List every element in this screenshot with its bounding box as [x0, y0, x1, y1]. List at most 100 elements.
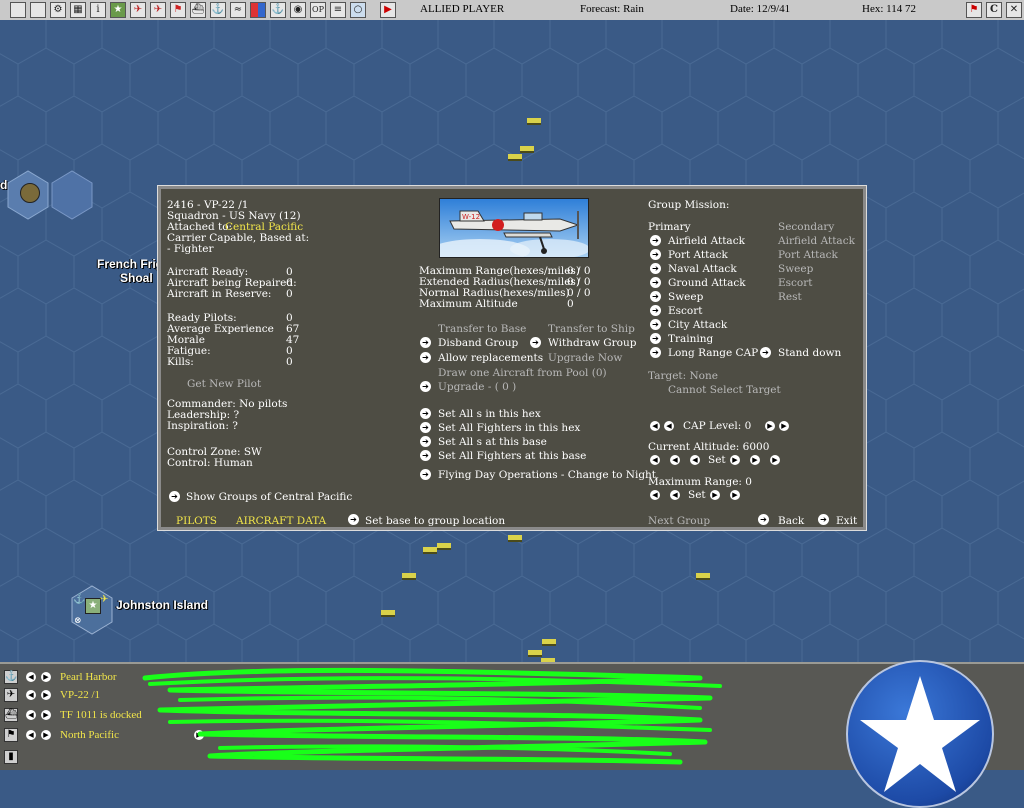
mission-long-range-cap[interactable]: Long Range CAP — [668, 347, 758, 359]
stand-down-button[interactable]: Stand down — [778, 347, 841, 359]
range-decrease-icon[interactable]: ◀ — [670, 490, 680, 500]
close-icon[interactable]: ✕ — [1006, 2, 1022, 18]
cog-icon[interactable]: ⚙ — [50, 2, 66, 18]
fleet-icon[interactable]: ⚓ — [270, 2, 286, 18]
altitude-decrease-fast-icon[interactable]: ◀ — [650, 455, 660, 465]
globe-icon[interactable]: ◉ — [290, 2, 306, 18]
ship-marker[interactable] — [528, 650, 542, 657]
window-icon[interactable] — [10, 2, 26, 18]
mission-arrow-icon[interactable]: ➔ — [650, 319, 661, 330]
ship-marker[interactable] — [381, 610, 395, 617]
set-all-fighters-hex-button[interactable]: Set All Fighters in this hex — [438, 422, 580, 434]
mission-airfield-attack[interactable]: Airfield Attack — [668, 235, 745, 247]
range-decrease-fast-icon[interactable]: ◀ — [650, 490, 660, 500]
next-icon[interactable]: ▶ — [41, 710, 51, 720]
mission-sweep[interactable]: Sweep — [668, 291, 703, 303]
ship-marker[interactable] — [437, 543, 451, 550]
withdraw-arrow-icon[interactable]: ➔ — [530, 337, 541, 348]
next-group-button[interactable]: Next Group — [648, 515, 710, 527]
draw-aircraft-button[interactable]: Draw one Aircraft from Pool (0) — [438, 367, 607, 379]
flag-icon[interactable]: ⚑ — [4, 728, 18, 742]
disband-button[interactable]: Disband Group — [438, 337, 518, 349]
base-name[interactable]: Pearl Harbor — [60, 671, 117, 683]
show-groups-arrow-icon[interactable]: ➔ — [169, 491, 180, 502]
ship-icon[interactable]: ⛴ — [190, 2, 206, 18]
aircraft-data-tab[interactable]: AIRCRAFT DATA — [236, 515, 326, 527]
altitude-set-button[interactable]: Set — [708, 454, 726, 466]
mission-city-attack[interactable]: City Attack — [668, 319, 727, 331]
cap-increase-fast-icon[interactable]: ▶ — [779, 421, 789, 431]
secondary-rest[interactable]: Rest — [778, 291, 802, 303]
back-button[interactable]: Back — [778, 515, 804, 527]
mission-naval-attack[interactable]: Naval Attack — [668, 263, 737, 275]
list-icon[interactable]: ≡ — [330, 2, 346, 18]
set-all-hex-button[interactable]: Set All s in this hex — [438, 408, 541, 420]
ship-marker[interactable] — [508, 535, 522, 542]
mission-arrow-icon[interactable]: ➔ — [650, 235, 661, 246]
ship-marker[interactable] — [527, 118, 541, 125]
show-groups-button[interactable]: Show Groups of Central Pacific — [186, 491, 352, 503]
pilots-tab[interactable]: PILOTS — [176, 515, 217, 527]
upgrade-now-button[interactable]: Upgrade Now — [548, 352, 622, 364]
sub-icon[interactable]: ≈ — [230, 2, 246, 18]
map-label-johnston-island[interactable]: Johnston Island — [116, 598, 208, 612]
back-arrow-icon[interactable]: ➔ — [758, 514, 769, 525]
prev-icon[interactable]: ◀ — [26, 672, 36, 682]
cap-decrease-fast-icon[interactable]: ◀ — [650, 421, 660, 431]
anchor-icon[interactable]: ⚓ — [210, 2, 226, 18]
set-all-fighters-base-arrow-icon[interactable]: ➔ — [420, 450, 431, 461]
altitude-decrease-small-icon[interactable]: ◀ — [690, 455, 700, 465]
plane-icon[interactable]: ✈ — [130, 2, 146, 18]
altitude-increase-icon[interactable]: ▶ — [750, 455, 760, 465]
op-icon[interactable]: OP — [310, 2, 326, 18]
ship-marker[interactable] — [508, 154, 522, 161]
star-icon[interactable]: ★ — [110, 2, 126, 18]
disband-arrow-icon[interactable]: ➔ — [420, 337, 431, 348]
ship-marker[interactable] — [696, 573, 710, 580]
set-base-arrow-icon[interactable]: ➔ — [348, 514, 359, 525]
cap-increase-icon[interactable]: ▶ — [765, 421, 775, 431]
map-label-french-frigate[interactable]: French Frig — [97, 257, 163, 271]
flag-icon[interactable]: ⚑ — [170, 2, 186, 18]
info-icon[interactable]: ▮ — [4, 750, 18, 764]
document-icon[interactable] — [30, 2, 46, 18]
altitude-decrease-icon[interactable]: ◀ — [670, 455, 680, 465]
plane-icon[interactable]: ✈ — [4, 688, 18, 702]
task-force-name[interactable]: TF 1011 is docked — [60, 709, 142, 721]
next-icon[interactable]: ▶ — [41, 672, 51, 682]
secondary-sweep[interactable]: Sweep — [778, 263, 813, 275]
play-icon[interactable]: ▶ — [380, 2, 396, 18]
set-base-button[interactable]: Set base to group location — [365, 515, 505, 527]
set-all-base-arrow-icon[interactable]: ➔ — [420, 436, 431, 447]
range-increase-icon[interactable]: ▶ — [710, 490, 720, 500]
cap-decrease-icon[interactable]: ◀ — [664, 421, 674, 431]
stand-down-arrow-icon[interactable]: ➔ — [760, 347, 771, 358]
prev-icon[interactable]: ◀ — [26, 710, 36, 720]
upgrade-button[interactable]: Upgrade - ( 0 ) — [438, 381, 516, 393]
c-icon[interactable]: C — [986, 2, 1002, 18]
mission-arrow-icon[interactable]: ➔ — [650, 263, 661, 274]
mission-arrow-icon[interactable]: ➔ — [650, 305, 661, 316]
bomber-icon[interactable]: ✈ — [150, 2, 166, 18]
set-all-fighters-hex-arrow-icon[interactable]: ➔ — [420, 422, 431, 433]
secondary-escort[interactable]: Escort — [778, 277, 813, 289]
ring-icon[interactable]: ○ — [350, 2, 366, 18]
ship-icon[interactable]: ⛴ — [4, 708, 18, 722]
info-icon[interactable]: i — [90, 2, 106, 18]
upgrade-arrow-icon[interactable]: ➔ — [420, 381, 431, 392]
mission-arrow-icon[interactable]: ➔ — [650, 347, 661, 358]
mission-port-attack[interactable]: Port Attack — [668, 249, 728, 261]
command-name[interactable]: North Pacific — [60, 729, 119, 741]
range-increase-fast-icon[interactable]: ▶ — [730, 490, 740, 500]
next-icon[interactable]: ▶ — [41, 690, 51, 700]
altitude-increase-fast-icon[interactable]: ▶ — [770, 455, 780, 465]
air-group-name[interactable]: VP-22 /1 — [60, 689, 100, 701]
get-new-pilot-button[interactable]: Get New Pilot — [187, 378, 261, 390]
anchor-icon[interactable]: ⚓ — [4, 670, 18, 684]
withdraw-button[interactable]: Withdraw Group — [548, 337, 637, 349]
mission-arrow-icon[interactable]: ➔ — [650, 277, 661, 288]
ship-marker[interactable] — [402, 573, 416, 580]
secondary-port-attack[interactable]: Port Attack — [778, 249, 838, 261]
mission-training[interactable]: Training — [668, 333, 713, 345]
mission-arrow-icon[interactable]: ➔ — [650, 291, 661, 302]
